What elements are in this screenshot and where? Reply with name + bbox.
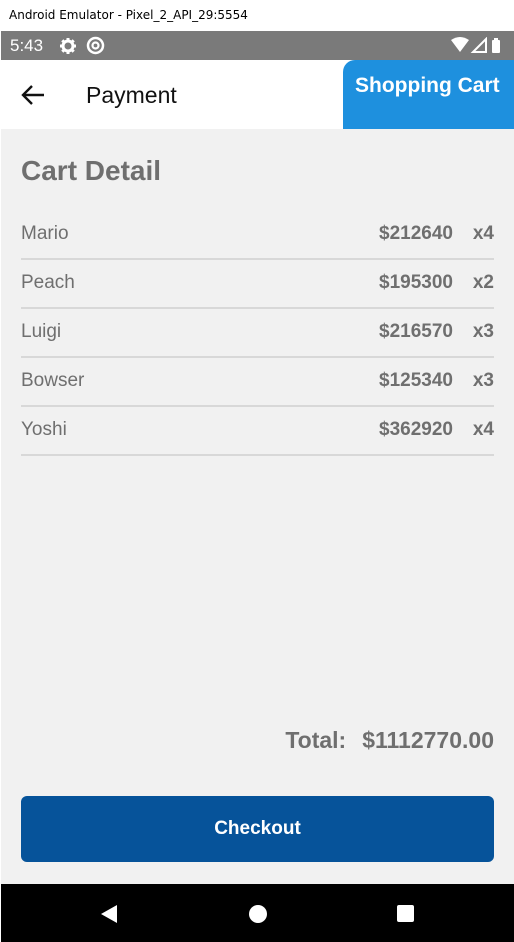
item-price: $212640 [379, 223, 453, 244]
checkout-button[interactable]: Checkout [21, 796, 494, 862]
item-name: Bowser [21, 370, 85, 391]
window-title: Android Emulator - Pixel_2_API_29:5554 [0, 0, 514, 31]
signal-icon [470, 36, 487, 53]
status-bar: 5:43 [1, 31, 514, 60]
total-row: Total: $1112770.00 [285, 727, 494, 754]
at-sign-icon [86, 36, 105, 60]
item-price: $125340 [379, 370, 453, 391]
cart-detail-heading: Cart Detail [21, 155, 162, 186]
item-quantity: x3 [472, 321, 494, 342]
item-name: Mario [21, 223, 69, 244]
item-price: $195300 [379, 272, 453, 293]
list-item: Mario $212640 x4 [21, 211, 494, 260]
item-price: $362920 [379, 419, 453, 440]
total-label: Total: [285, 727, 347, 753]
total-value: $1112770.00 [362, 727, 494, 753]
item-quantity: x3 [472, 370, 494, 391]
list-item: Yoshi $362920 x4 [21, 407, 494, 456]
item-quantity: x4 [472, 223, 494, 244]
back-triangle-icon[interactable] [100, 904, 118, 929]
list-item: Bowser $125340 x3 [21, 358, 494, 407]
status-time: 5:43 [10, 36, 44, 55]
item-name: Luigi [21, 321, 62, 342]
gear-icon [59, 37, 77, 60]
item-name: Yoshi [21, 419, 67, 440]
item-quantity: x2 [472, 272, 494, 293]
system-nav-bar [1, 884, 514, 942]
list-item: Peach $195300 x2 [21, 260, 494, 309]
phone-screen: 5:43 Payment Shopping Cart Cart Detail M… [1, 31, 514, 942]
cart-list: Mario $212640 x4 Peach $195300 x2 Luigi … [21, 211, 494, 456]
item-quantity: x4 [472, 419, 494, 440]
wifi-icon [451, 37, 469, 52]
item-name: Peach [21, 272, 75, 293]
shopping-cart-tab[interactable]: Shopping Cart [343, 60, 514, 129]
recents-square-icon[interactable] [396, 904, 415, 928]
arrow-left-icon[interactable] [19, 80, 49, 110]
app-bar: Payment Shopping Cart [1, 60, 514, 129]
battery-icon [492, 38, 500, 53]
list-item: Luigi $216570 x3 [21, 309, 494, 358]
page-title: Payment [86, 82, 177, 108]
item-price: $216570 [379, 321, 453, 342]
home-circle-icon[interactable] [248, 904, 268, 929]
status-icons [451, 36, 505, 59]
